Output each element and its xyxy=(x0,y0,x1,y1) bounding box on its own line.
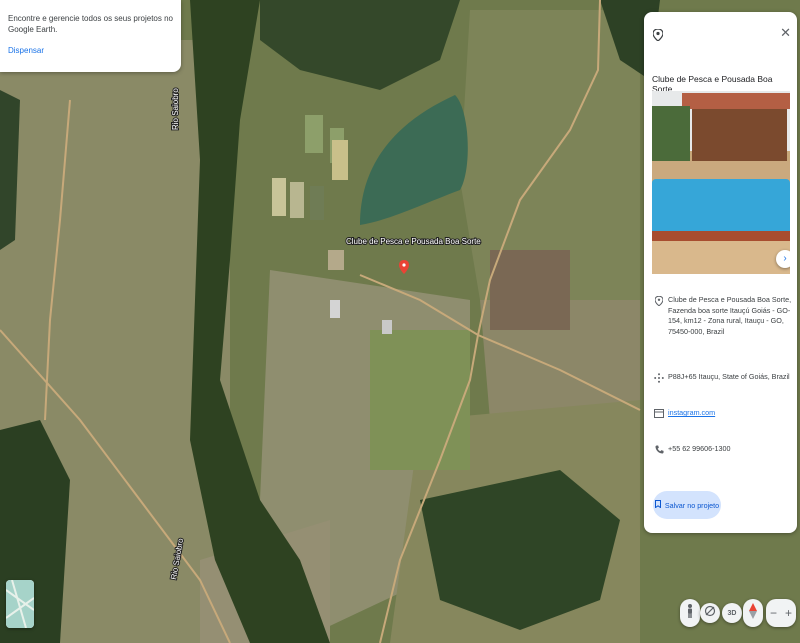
location-pin-icon xyxy=(652,28,664,46)
zoom-in-button[interactable]: + xyxy=(785,606,792,620)
place-label[interactable]: Clube de Pesca e Pousada Boa Sorte xyxy=(345,236,482,247)
save-to-project-button[interactable]: Salvar no projeto xyxy=(653,491,721,519)
zoom-out-button[interactable]: − xyxy=(770,606,777,620)
plowed-field xyxy=(490,250,570,330)
next-photo-button[interactable]: › xyxy=(776,250,790,268)
website-icon xyxy=(650,408,668,419)
dismiss-button[interactable]: Dispensar xyxy=(8,46,44,55)
address-row: Clube de Pesca e Pousada Boa Sorte, Faze… xyxy=(650,295,793,337)
place-photo[interactable]: › xyxy=(652,91,790,274)
phone-icon xyxy=(650,444,668,455)
phone-text[interactable]: +55 62 99606-1300 xyxy=(668,444,731,455)
compass-button[interactable] xyxy=(743,599,763,627)
zoom-controls: − + xyxy=(766,599,796,627)
place-panel: ✕ Clube de Pesca e Pousada Boa Sorte › C… xyxy=(644,12,797,533)
map-layers-button[interactable] xyxy=(6,580,34,628)
plus-code-row: P88J+65 Itauçu, State of Goiás, Brazil xyxy=(650,372,793,383)
green-field xyxy=(370,330,470,470)
river-label-top: Rio Saiobro xyxy=(171,88,180,130)
chevron-right-icon: › xyxy=(783,253,787,264)
toast-message: Encontre e gerencie todos os seus projet… xyxy=(8,14,173,34)
building xyxy=(328,250,344,270)
toggle-3d-button[interactable]: 3D xyxy=(722,603,742,623)
building xyxy=(330,300,340,318)
location-pin-icon xyxy=(650,295,668,337)
rotate-view-button[interactable] xyxy=(700,603,720,623)
phone-row: +55 62 99606-1300 xyxy=(650,444,793,455)
street-view-button[interactable] xyxy=(680,599,700,627)
website-link[interactable]: instagram.com xyxy=(668,408,715,419)
plus-code-text: P88J+65 Itauçu, State of Goiás, Brazil xyxy=(668,372,790,381)
save-to-project-label: Salvar no projeto xyxy=(664,500,720,510)
bookmark-icon xyxy=(654,500,661,510)
website-row: instagram.com xyxy=(650,408,793,419)
plus-code-icon xyxy=(650,372,668,383)
close-icon[interactable]: ✕ xyxy=(780,26,791,39)
projects-toast: Encontre e gerencie todos os seus projet… xyxy=(0,0,181,72)
pegman-icon xyxy=(686,603,694,623)
building xyxy=(382,320,392,334)
compass-icon xyxy=(749,602,757,624)
compass-reset-icon xyxy=(704,604,716,622)
address-text: Clube de Pesca e Pousada Boa Sorte, Faze… xyxy=(668,295,792,336)
